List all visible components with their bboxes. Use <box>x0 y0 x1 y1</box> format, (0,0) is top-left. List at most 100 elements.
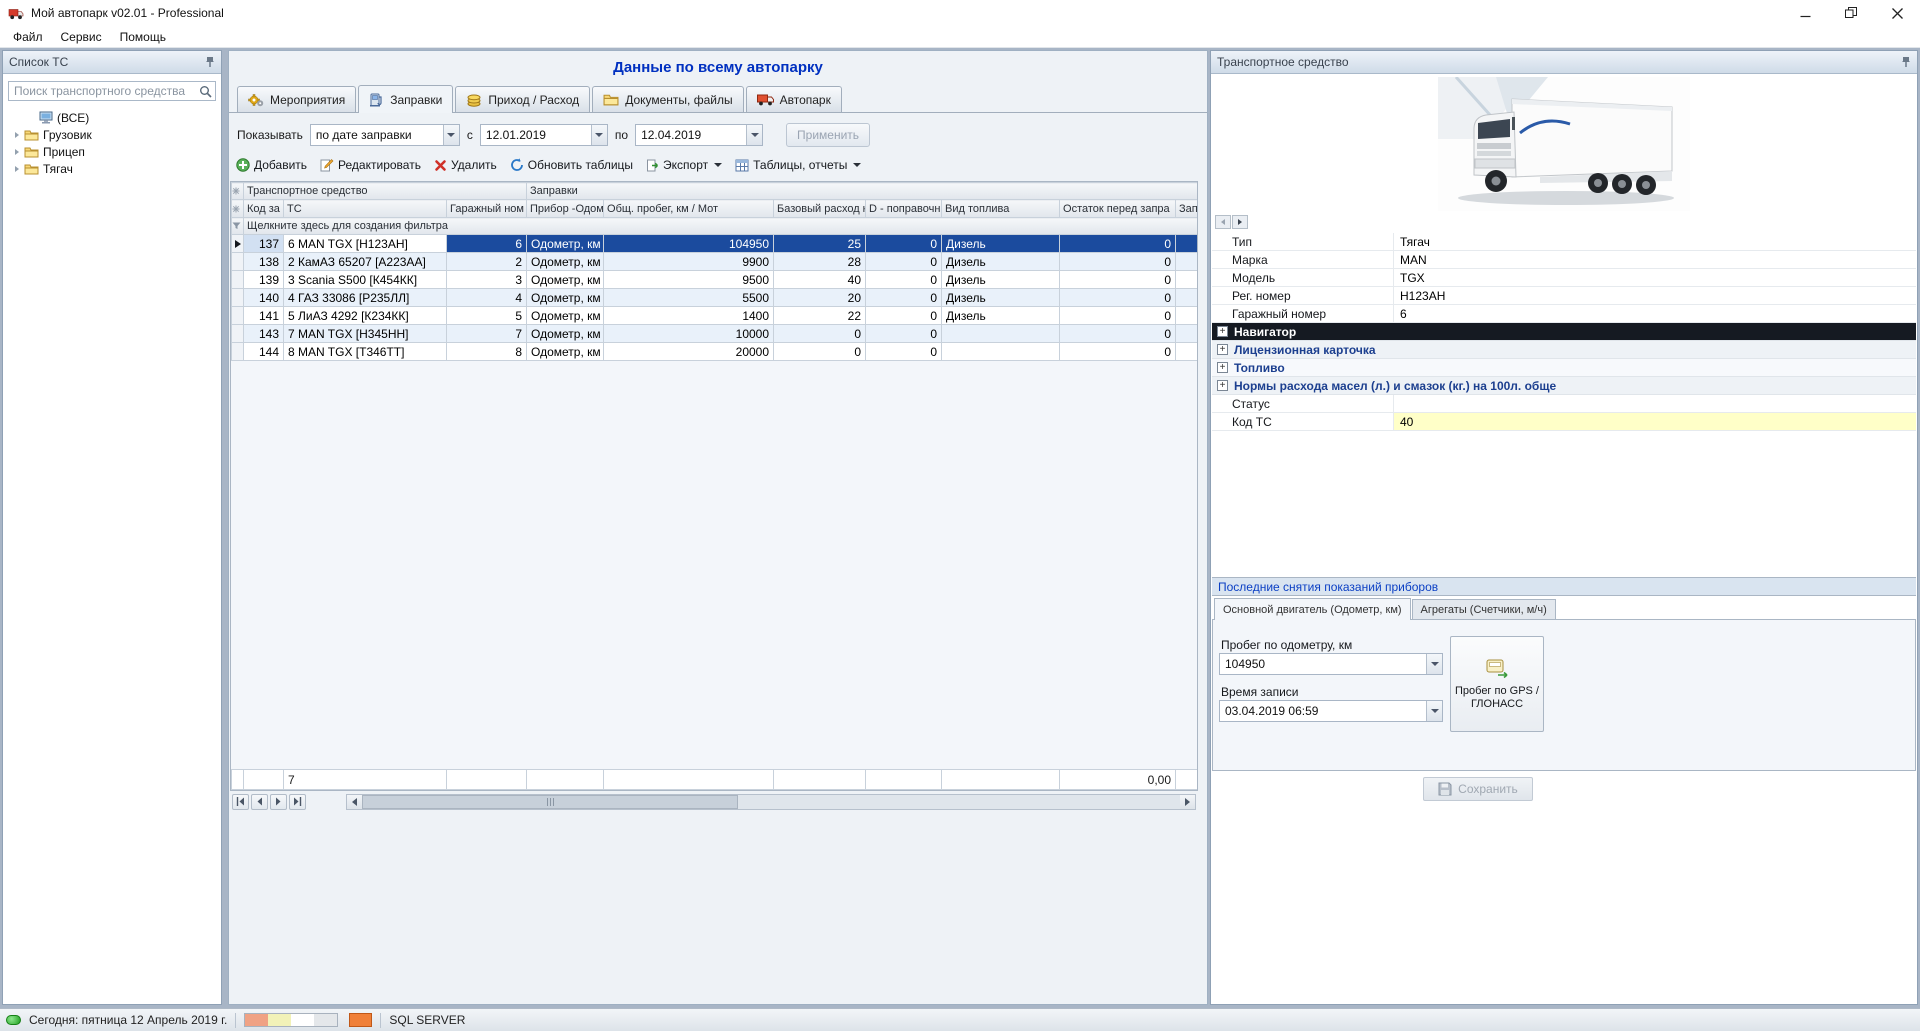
property-group-row[interactable]: Лицензионная карточка <box>1212 341 1916 359</box>
skin-swatch-orange[interactable] <box>349 1013 373 1027</box>
expand-plus-icon[interactable] <box>1217 344 1228 355</box>
table-row[interactable]: 140 4 ГАЗ 33086 [Р235ЛЛ] 4 Одометр, км 5… <box>231 288 1197 307</box>
cell-zapr[interactable] <box>1175 324 1197 343</box>
cell-vehicle[interactable]: 7 MAN TGX [Н345НН] <box>283 324 447 343</box>
pin-icon[interactable] <box>205 56 215 68</box>
cell-mileage[interactable]: 1400 <box>603 306 775 325</box>
cell-rest-before[interactable]: 0 <box>1059 252 1177 271</box>
date-from-input[interactable] <box>480 125 591 145</box>
table-row[interactable]: 138 2 КамАЗ 65207 [А223АА] 2 Одометр, км… <box>231 252 1197 271</box>
dropdown-button[interactable] <box>746 125 763 145</box>
dropdown-button[interactable] <box>590 125 607 145</box>
column-group-vehicle[interactable]: Транспортное средство <box>242 182 528 200</box>
expand-plus-icon[interactable] <box>1217 326 1228 337</box>
cell-garage[interactable]: 4 <box>445 288 528 307</box>
tree-item-all[interactable]: (ВСЕ) <box>5 109 219 126</box>
column-header-code[interactable]: Код за <box>243 199 284 218</box>
expand-arrow-icon[interactable] <box>15 131 19 138</box>
gps-mileage-button[interactable]: Пробег по GPS / ГЛОНАСС <box>1450 636 1544 732</box>
cell-mileage[interactable]: 20000 <box>603 342 775 361</box>
tab-income-expense[interactable]: Приход / Расход <box>455 86 591 112</box>
column-group-refuels[interactable]: Заправки <box>526 182 1197 200</box>
cell-device[interactable]: Одометр, км <box>526 252 605 271</box>
cell-vehicle[interactable]: 6 MAN TGX [Н123АН] <box>283 234 447 253</box>
expand-plus-icon[interactable] <box>1217 362 1228 373</box>
expand-arrow-icon[interactable] <box>15 148 19 155</box>
scrollbar-thumb[interactable] <box>362 794 739 809</box>
property-group-row[interactable]: Топливо <box>1212 359 1916 377</box>
table-row[interactable]: 139 3 Scania S500 [К454КК] 3 Одометр, км… <box>231 270 1197 289</box>
export-button[interactable]: Экспорт <box>646 158 723 172</box>
menu-item-file[interactable]: Файл <box>4 28 52 46</box>
previous-photo-button[interactable] <box>1215 215 1231 229</box>
menu-item-service[interactable]: Сервис <box>52 28 111 46</box>
record-time-combo[interactable] <box>1219 700 1443 722</box>
dropdown-button[interactable] <box>1426 654 1442 674</box>
cell-code[interactable]: 144 <box>243 342 284 361</box>
date-to-picker[interactable] <box>635 124 764 146</box>
next-photo-button[interactable] <box>1232 215 1248 229</box>
apply-button[interactable]: Применить <box>786 123 871 147</box>
property-group-row[interactable]: Нормы расхода масел (л.) и смазок (кг.) … <box>1212 377 1916 395</box>
table-row[interactable]: 143 7 MAN TGX [Н345НН] 7 Одометр, км 100… <box>231 324 1197 343</box>
cell-rest-before[interactable]: 0 <box>1059 342 1177 361</box>
tab-autopark[interactable]: Автопарк <box>745 86 842 112</box>
show-filter-select[interactable] <box>309 124 460 146</box>
cell-mileage[interactable]: 9900 <box>603 252 775 271</box>
column-header-device[interactable]: Прибор -Одометр, км <box>526 199 605 218</box>
property-row[interactable]: Тип Тягач <box>1212 233 1916 251</box>
scroll-left-button[interactable] <box>347 794 362 809</box>
cell-fuel-type[interactable] <box>941 342 1061 361</box>
column-header-fuel-type[interactable]: Вид топлива <box>941 199 1061 218</box>
cell-zapr[interactable] <box>1175 252 1197 271</box>
cell-rest-before[interactable]: 0 <box>1059 234 1177 253</box>
table-row[interactable]: 137 6 MAN TGX [Н123АН] 6 Одометр, км 104… <box>231 234 1197 253</box>
add-button[interactable]: Добавить <box>236 158 307 172</box>
refresh-tables-button[interactable]: Обновить таблицы <box>510 158 633 172</box>
tables-reports-button[interactable]: Таблицы, отчеты <box>735 158 862 172</box>
column-header-garage[interactable]: Гаражный ном <box>445 199 528 218</box>
cell-garage[interactable]: 7 <box>445 324 528 343</box>
previous-record-button[interactable] <box>251 793 268 810</box>
cell-zapr[interactable] <box>1175 270 1197 289</box>
cell-code[interactable]: 143 <box>243 324 284 343</box>
cell-base-rate[interactable]: 22 <box>773 306 867 325</box>
column-header-zapr[interactable]: Запр <box>1175 199 1197 218</box>
cell-base-rate[interactable]: 0 <box>773 342 867 361</box>
pin-icon[interactable] <box>1901 56 1911 68</box>
cell-fuel-type[interactable]: Дизель <box>941 252 1061 271</box>
tree-item[interactable]: Грузовик <box>5 126 219 143</box>
property-row[interactable]: Марка MAN <box>1212 251 1916 269</box>
cell-mileage[interactable]: 9500 <box>603 270 775 289</box>
cell-device[interactable]: Одометр, км <box>526 342 605 361</box>
tab-refuelings[interactable]: Заправки <box>358 85 454 113</box>
edit-button[interactable]: Редактировать <box>320 158 421 172</box>
delete-button[interactable]: Удалить <box>434 158 497 172</box>
property-row[interactable]: Модель TGX <box>1212 269 1916 287</box>
cell-base-rate[interactable]: 20 <box>773 288 867 307</box>
column-header-mileage[interactable]: Общ. пробег, км / Мот <box>603 199 775 218</box>
cell-base-rate[interactable]: 28 <box>773 252 867 271</box>
close-button[interactable] <box>1874 0 1920 26</box>
cell-fuel-type[interactable]: Дизель <box>941 288 1061 307</box>
restore-button[interactable] <box>1828 0 1874 26</box>
cell-base-rate[interactable]: 40 <box>773 270 867 289</box>
date-from-picker[interactable] <box>479 124 608 146</box>
table-row[interactable]: 141 5 ЛиАЗ 4292 [К234КК] 5 Одометр, км 1… <box>231 306 1197 325</box>
cell-d-correction[interactable]: 0 <box>865 234 943 253</box>
show-filter-value[interactable] <box>310 125 443 145</box>
table-row[interactable]: 144 8 MAN TGX [Т346ТТ] 8 Одометр, км 200… <box>231 342 1197 361</box>
cell-garage[interactable]: 6 <box>445 234 528 253</box>
cell-zapr[interactable] <box>1175 342 1197 361</box>
cell-mileage[interactable]: 5500 <box>603 288 775 307</box>
column-header-base-rate[interactable]: Базовый расход н <box>773 199 867 218</box>
cell-d-correction[interactable]: 0 <box>865 342 943 361</box>
cell-d-correction[interactable]: 0 <box>865 288 943 307</box>
cell-device[interactable]: Одометр, км <box>526 288 605 307</box>
next-record-button[interactable] <box>270 793 287 810</box>
property-row[interactable]: Рег. номер Н123АН <box>1212 287 1916 305</box>
cell-fuel-type[interactable] <box>941 324 1061 343</box>
cell-code[interactable]: 140 <box>243 288 284 307</box>
cell-d-correction[interactable]: 0 <box>865 324 943 343</box>
odometer-combo[interactable] <box>1219 653 1443 675</box>
